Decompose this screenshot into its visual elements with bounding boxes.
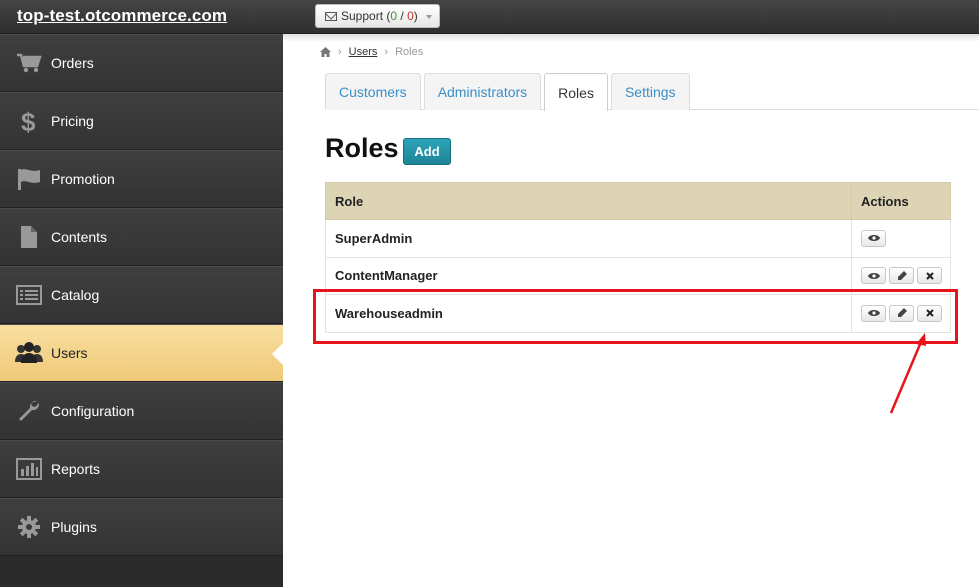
annotation-arrow [889,333,926,414]
